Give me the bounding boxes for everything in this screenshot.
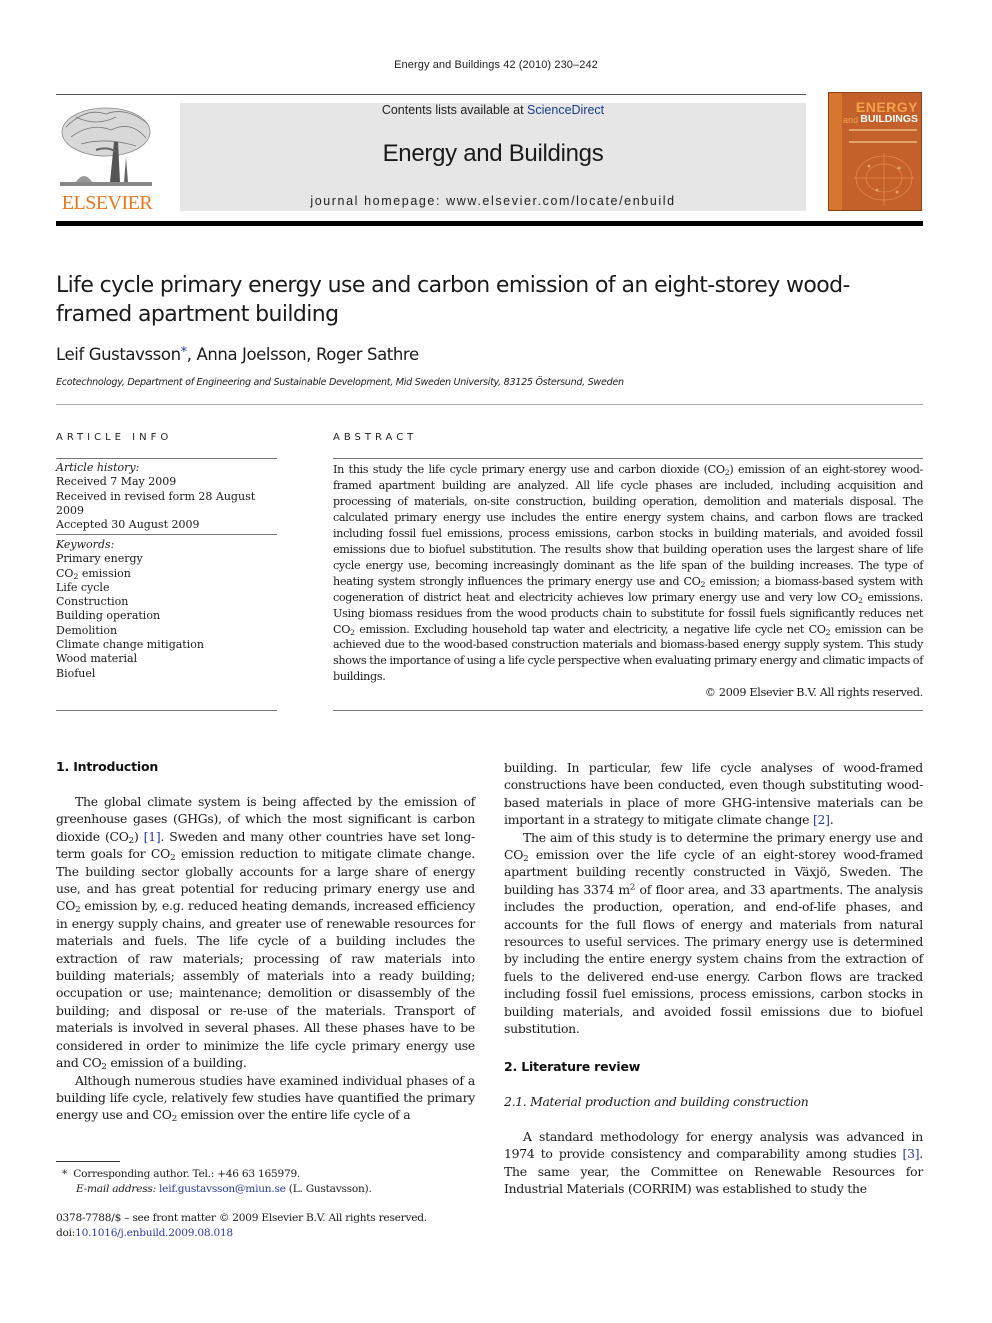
paragraph: Although numerous studies have examined … (56, 1072, 475, 1125)
abstract-text: In this study the life cycle primary ene… (333, 463, 924, 684)
keyword: Demolition (56, 623, 118, 637)
keyword: Biofuel (56, 666, 96, 680)
paragraph-continued: building. In particular, few life cycle … (504, 760, 923, 828)
history-label: Article history: (56, 461, 140, 474)
author-name: Roger Sathre (315, 345, 419, 364)
section-heading-literature-review: 2. Literature review (504, 1059, 641, 1074)
header-rule (56, 221, 923, 226)
article-history: Article history: Received 7 May 2009 Rec… (56, 461, 286, 532)
footnote-mark: * (62, 1168, 68, 1180)
citation-link[interactable]: [2] (813, 812, 830, 827)
keywords-label: Keywords: (56, 538, 115, 551)
keywords-rule (56, 534, 277, 535)
cover-title-and: and (843, 115, 859, 125)
citation-link[interactable]: [1] (144, 829, 161, 844)
footnote-rule (56, 1161, 120, 1162)
corresponding-author-mark[interactable]: * (181, 345, 188, 360)
right-column: building. In particular, few life cycle … (504, 759, 923, 1038)
email-link[interactable]: leif.gustavsson@miun.se (159, 1183, 286, 1195)
article-title: Life cycle primary energy use and carbon… (56, 273, 850, 327)
corresponding-footnote: * Corresponding author. Tel.: +46 63 165… (62, 1168, 372, 1195)
contents-line: Contents lists available at ScienceDirec… (180, 103, 806, 117)
paragraph: The global climate system is being affec… (56, 794, 475, 1073)
article-info-rule (56, 458, 277, 459)
keywords-block: Keywords: Primary energy CO2 emission Li… (56, 538, 286, 681)
top-rule (56, 94, 806, 95)
history-received: Received 7 May 2009 (56, 475, 177, 489)
journal-title: Energy and Buildings (382, 140, 604, 167)
article-info-label: ARTICLE INFO (56, 432, 173, 443)
doi-link[interactable]: 10.1016/j.enbuild.2009.08.018 (75, 1227, 233, 1239)
right-column-cont: A standard methodology for energy analys… (504, 1128, 923, 1198)
abstract-rule (333, 458, 923, 459)
history-accepted: Accepted 30 August 2009 (56, 518, 200, 532)
author-name: Leif Gustavsson (56, 345, 181, 364)
author-name: Anna Joelsson (196, 345, 307, 364)
journal-homepage[interactable]: journal homepage: www.elsevier.com/locat… (180, 194, 806, 208)
section-heading-introduction: 1. Introduction (56, 759, 159, 774)
keyword: Climate change mitigation (56, 638, 204, 652)
left-column: The global climate system is being affec… (56, 793, 475, 1124)
keyword: CO2 emission (56, 566, 131, 581)
keyword: Primary energy (56, 552, 143, 566)
issn-line: 0378-7788/$ – see front matter © 2009 El… (56, 1212, 427, 1224)
subsection-heading: 2.1. Material production and building co… (504, 1094, 809, 1109)
abstract-label: ABSTRACT (333, 432, 418, 443)
cover-subtitle (849, 129, 917, 143)
cover-strip (829, 93, 842, 210)
front-matter: 0378-7788/$ – see front matter © 2009 El… (56, 1211, 486, 1241)
abstract-copyright: © 2009 Elsevier B.V. All rights reserved… (704, 686, 924, 699)
affiliation: Ecotechnology, Department of Engineering… (56, 377, 624, 388)
article-info-bottom-rule (56, 710, 277, 711)
contents-prefix: Contents lists available at (381, 103, 528, 117)
cover-title-buildings: BUILDINGS (860, 113, 918, 125)
affiliation-rule (56, 404, 923, 405)
cover-graphic (854, 153, 914, 206)
paragraph: A standard methodology for energy analys… (504, 1129, 923, 1197)
keyword: Life cycle (56, 580, 110, 594)
keyword: Construction (56, 595, 129, 609)
paragraph: The aim of this study is to determine th… (504, 829, 924, 1037)
history-revised: Received in revised form 28 August 2009 (56, 489, 256, 517)
author-list: Leif Gustavsson*, Anna Joelsson, Roger S… (56, 345, 419, 364)
keyword: Wood material (56, 652, 138, 666)
elsevier-wordmark: ELSEVIER (61, 192, 153, 214)
sciencedirect-link[interactable]: ScienceDirect (527, 103, 604, 117)
journal-cover: ENERGY and BUILDINGS (828, 92, 922, 211)
citation-link[interactable]: [3] (902, 1146, 919, 1161)
running-head: Energy and Buildings 42 (2010) 230–242 (394, 59, 598, 71)
keyword: Building operation (56, 609, 161, 623)
abstract-bottom-rule (333, 710, 923, 711)
